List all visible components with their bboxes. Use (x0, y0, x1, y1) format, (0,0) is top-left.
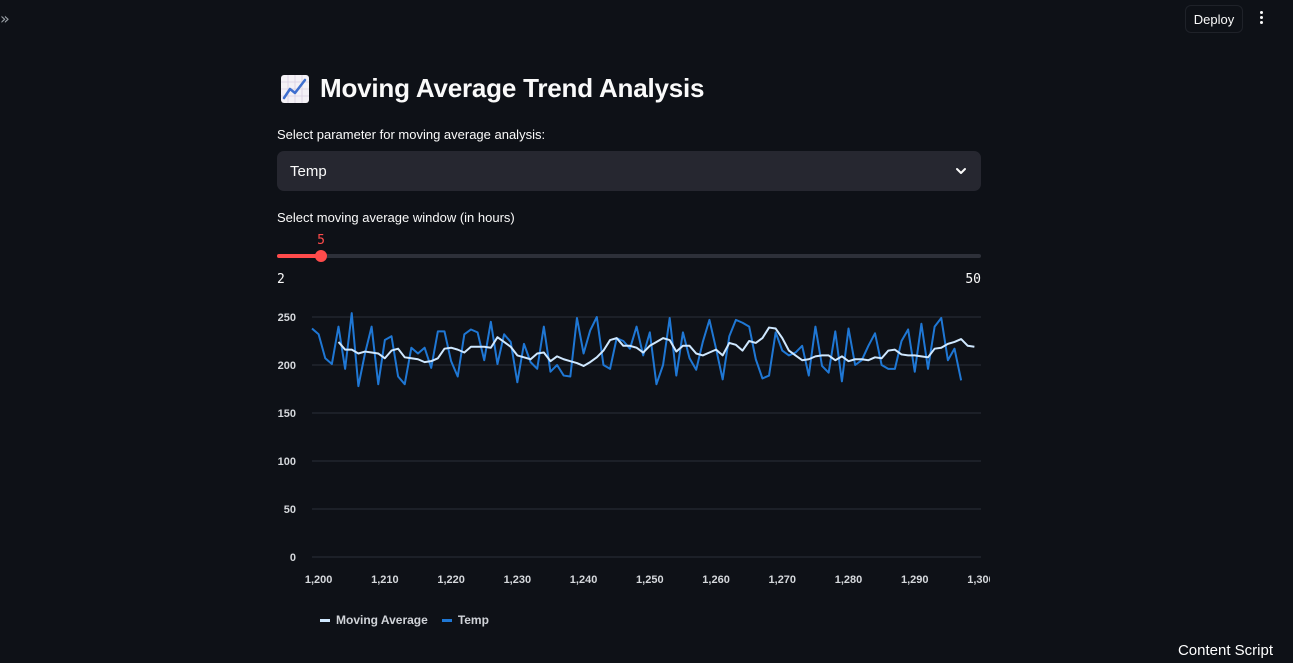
moving-average-line (337, 326, 975, 367)
y-tick-label: 0 (290, 552, 296, 564)
x-tick-label: 1,280 (835, 574, 863, 586)
y-tick-label: 200 (278, 360, 296, 372)
chart-legend: Moving Average Temp (320, 613, 489, 627)
x-tick-label: 1,210 (371, 574, 399, 586)
window-slider-label: Select moving average window (in hours) (277, 210, 515, 225)
y-tick-label: 250 (278, 312, 296, 324)
x-tick-label: 1,300 (967, 574, 990, 586)
page-title: Moving Average Trend Analysis (320, 73, 705, 103)
page-header: Moving Average Trend Analysis (280, 73, 705, 104)
window-slider[interactable]: 5 2 50 (277, 228, 981, 288)
x-tick-label: 1,200 (305, 574, 333, 586)
x-tick-label: 1,270 (769, 574, 797, 586)
sidebar-expand-icon[interactable]: » (0, 10, 10, 28)
legend-swatch (320, 618, 330, 622)
x-tick-label: 1,260 (702, 574, 730, 586)
legend-label: Temp (457, 613, 489, 627)
parameter-select[interactable]: Temp (277, 151, 981, 191)
parameter-select-value: Temp (290, 162, 327, 180)
more-options-icon[interactable] (1251, 9, 1271, 29)
chevron-down-icon (956, 168, 966, 174)
temp-line (311, 312, 963, 388)
slider-thumb[interactable] (315, 250, 327, 262)
y-tick-label: 150 (278, 408, 296, 420)
moving-average-chart: 0 50 100 150 200 250 1,200 1,210 1,220 1,230 1,240… (278, 312, 990, 586)
legend-swatch (441, 618, 452, 622)
x-tick-label: 1,220 (437, 574, 465, 586)
x-tick-label: 1,230 (504, 574, 532, 586)
deploy-button[interactable]: Deploy (1185, 5, 1243, 33)
legend-label: Moving Average (336, 613, 428, 627)
app-page: » Deploy Moving Average Trend Analysis S… (0, 0, 1293, 663)
slider-track[interactable] (277, 254, 981, 258)
y-tick-label: 50 (284, 504, 296, 516)
slider-min-label: 2 (277, 272, 285, 287)
legend-item-moving-average[interactable]: Moving Average (320, 613, 428, 627)
y-tick-label: 100 (278, 456, 296, 468)
chart-increasing-icon (281, 74, 309, 103)
legend-item-temp[interactable]: Temp (441, 613, 489, 627)
parameter-select-label: Select parameter for moving average anal… (277, 127, 546, 142)
x-tick-label: 1,290 (901, 574, 929, 586)
slider-max-label: 50 (965, 272, 981, 287)
content-script-label: Content Script (1177, 642, 1273, 659)
x-tick-label: 1,240 (570, 574, 598, 586)
x-tick-label: 1,250 (636, 574, 664, 586)
slider-current-value: 5 (317, 233, 325, 248)
